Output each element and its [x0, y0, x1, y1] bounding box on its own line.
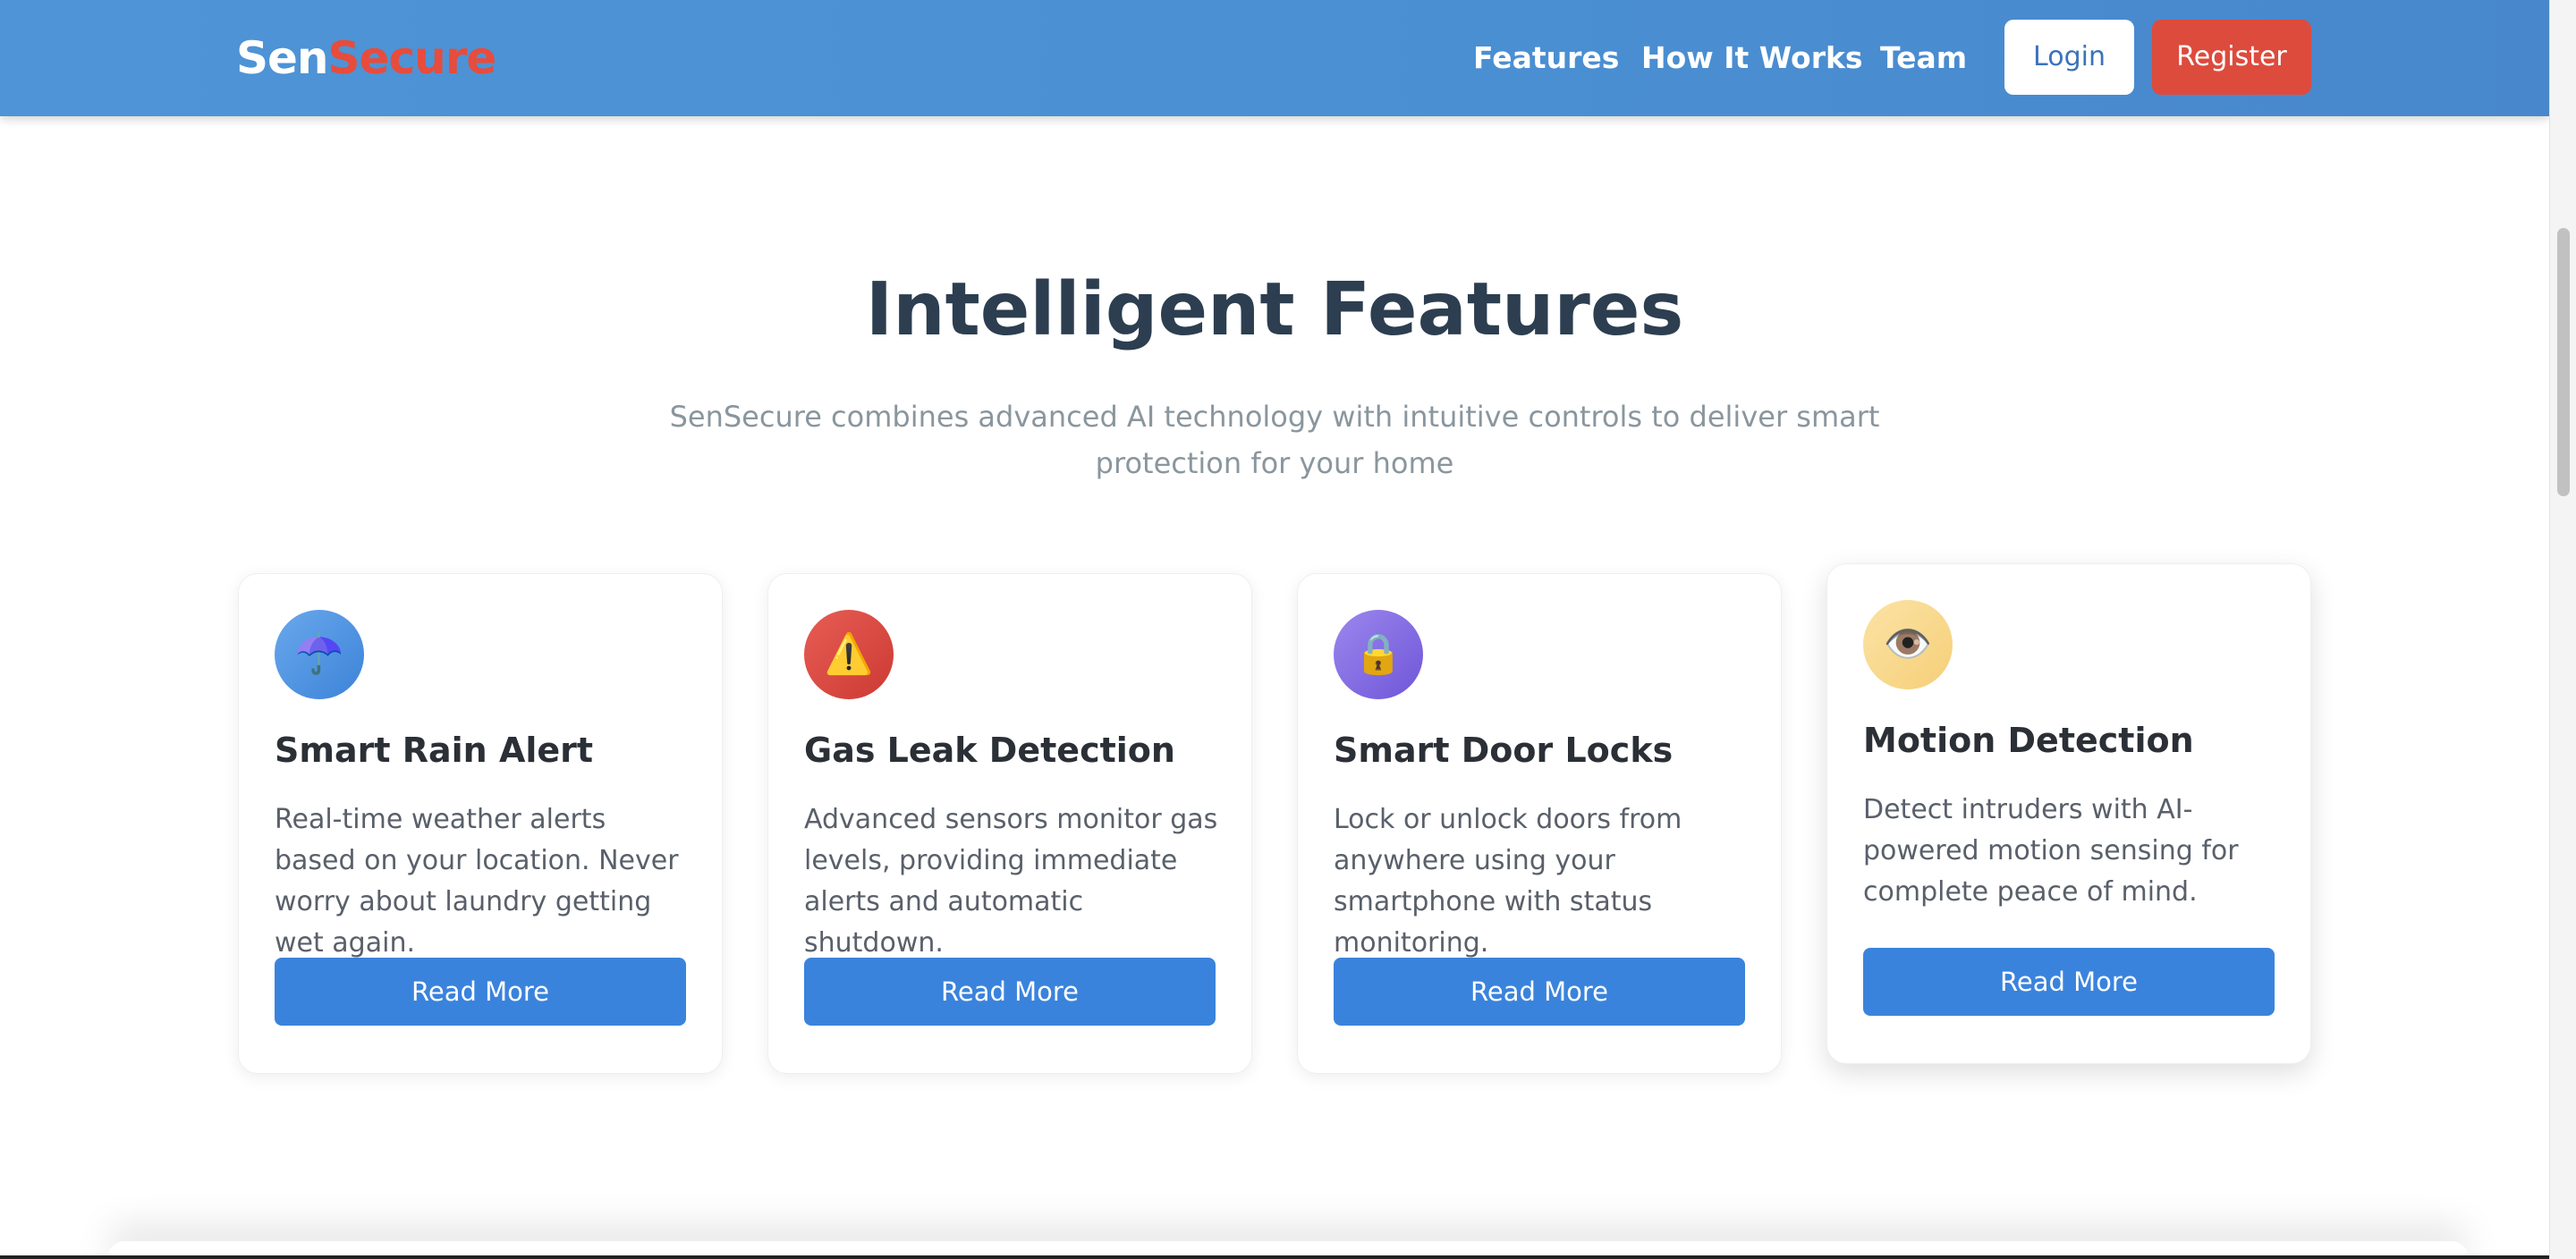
- section-title: Intelligent Features: [865, 267, 1684, 352]
- logo-text-secure: Secure: [327, 32, 497, 84]
- card-title: Motion Detection: [1863, 721, 2194, 760]
- card-description: Detect intruders with AI-powered motion …: [1863, 794, 2239, 908]
- feature-card-gas-leak: ⚠️ Gas Leak Detection Advanced sensors m…: [767, 573, 1252, 1074]
- page-viewport: SenSecure Features How It Works Team Log…: [0, 0, 2549, 1259]
- warning-icon: ⚠️: [804, 610, 894, 699]
- logo[interactable]: SenSecure: [236, 27, 496, 89]
- read-more-button[interactable]: Read More: [1334, 958, 1745, 1026]
- window-bottom-edge: [0, 1255, 2549, 1259]
- feature-card-door-locks: 🔒 Smart Door Locks Lock or unlock doors …: [1297, 573, 1782, 1074]
- read-more-button[interactable]: Read More: [275, 958, 686, 1026]
- card-title: Smart Door Locks: [1334, 731, 1674, 770]
- nav-link-features[interactable]: Features: [1473, 36, 1619, 80]
- section-subtitle: SenSecure combines advanced AI technolog…: [669, 400, 1880, 480]
- umbrella-icon: ☂️: [275, 610, 364, 699]
- card-title: Smart Rain Alert: [275, 731, 594, 770]
- login-button[interactable]: Login: [2004, 20, 2134, 95]
- card-description: Lock or unlock doors from anywhere using…: [1334, 804, 1682, 959]
- read-more-button[interactable]: Read More: [804, 958, 1216, 1026]
- lock-icon: 🔒: [1334, 610, 1423, 699]
- scrollbar-thumb[interactable]: [2557, 228, 2570, 496]
- nav-link-how-it-works[interactable]: How It Works: [1641, 36, 1863, 80]
- card-description: Advanced sensors monitor gas levels, pro…: [804, 804, 1218, 959]
- register-button[interactable]: Register: [2152, 20, 2311, 95]
- feature-card-motion-detection: 👁️ Motion Detection Detect intruders wit…: [1826, 563, 2311, 1064]
- navbar: SenSecure Features How It Works Team Log…: [0, 0, 2549, 116]
- eye-icon: 👁️: [1863, 600, 1953, 689]
- vertical-scrollbar[interactable]: [2549, 0, 2576, 1259]
- read-more-button[interactable]: Read More: [1863, 948, 2275, 1016]
- card-title: Gas Leak Detection: [804, 731, 1175, 770]
- card-description: Real-time weather alerts based on your l…: [275, 804, 679, 959]
- nav-link-team[interactable]: Team: [1880, 36, 1967, 80]
- logo-text-sen: Sen: [236, 32, 329, 84]
- feature-card-rain-alert: ☂️ Smart Rain Alert Real-time weather al…: [238, 573, 723, 1074]
